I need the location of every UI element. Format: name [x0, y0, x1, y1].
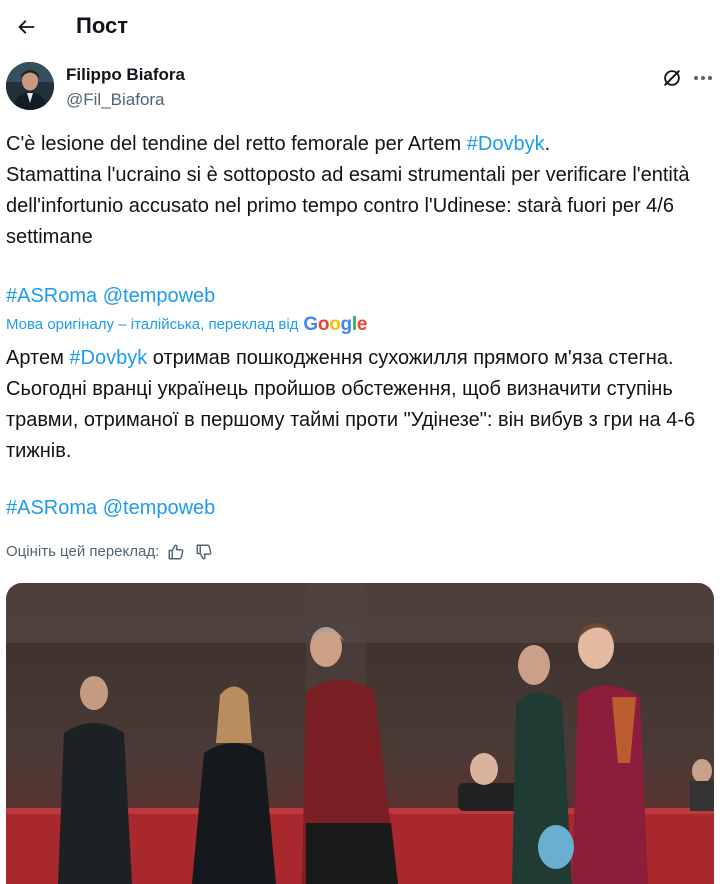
thumbs-down-button[interactable]: [193, 541, 215, 563]
google-logo: Google: [303, 314, 368, 335]
back-button[interactable]: [8, 9, 44, 45]
rate-translation: Оцініть цей переклад:: [6, 541, 215, 563]
tweet-tags-original: #ASRoma @tempoweb: [6, 281, 215, 312]
back-arrow-icon: [18, 20, 35, 34]
more-icon-dot: [708, 76, 712, 80]
thumbs-down-icon: [196, 544, 212, 560]
hashtag-dovbyk[interactable]: #Dovbyk: [467, 133, 545, 155]
hashtag-asroma[interactable]: #ASRoma: [6, 285, 97, 307]
more-icon: [694, 76, 698, 80]
tweet-tags-translated: #ASRoma @tempoweb: [6, 493, 215, 524]
translation-note[interactable]: Мова оригіналу – італійська, переклад ві…: [6, 314, 367, 336]
mention-tempoweb-translated[interactable]: @tempoweb: [103, 497, 216, 519]
hashtag-asroma-translated[interactable]: #ASRoma: [6, 497, 97, 519]
author-name[interactable]: Filippo Biafora: [66, 64, 185, 86]
tweet-text-part: C'è lesione del tendine del retto femora…: [6, 133, 467, 155]
tweet-text-original: C'è lesione del tendine del retto femora…: [6, 129, 718, 253]
grok-icon: [663, 69, 681, 87]
translation-note-text: Мова оригіналу – італійська, переклад ві…: [6, 316, 299, 333]
photo-scene: [6, 583, 714, 884]
tweet-text-part: Артем: [6, 347, 70, 369]
thumbs-up-icon: [168, 544, 184, 560]
rate-label: Оцініть цей переклад:: [6, 543, 160, 560]
thumbs-up-button[interactable]: [165, 541, 187, 563]
avatar-image: [6, 62, 54, 110]
tweet-photo[interactable]: [6, 583, 714, 884]
hashtag-dovbyk-translated[interactable]: #Dovbyk: [69, 347, 147, 369]
more-button[interactable]: [688, 60, 720, 96]
tweet-text-translated: Артем #Dovbyk отримав пошкодження сухожи…: [6, 343, 718, 467]
grok-button[interactable]: [654, 60, 690, 96]
author-handle[interactable]: @Fil_Biafora: [66, 89, 165, 111]
avatar[interactable]: [6, 62, 54, 110]
page-title: Пост: [76, 13, 128, 38]
mention-tempoweb[interactable]: @tempoweb: [103, 285, 216, 307]
header: Пост: [0, 0, 720, 53]
more-icon-dot: [701, 76, 705, 80]
